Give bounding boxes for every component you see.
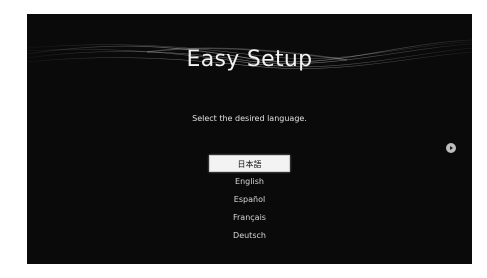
language-option-japanese[interactable]: 日本語 [209, 155, 290, 172]
language-option-english[interactable]: English [209, 173, 290, 190]
language-option-french[interactable]: Français [209, 209, 290, 226]
language-option-spanish[interactable]: Español [209, 191, 290, 208]
language-prompt: Select the desired language. [192, 114, 307, 123]
circle-arrow-right-icon [450, 146, 453, 150]
easy-setup-screen: Easy Setup Select the desired language. … [27, 14, 472, 264]
language-option-german[interactable]: Deutsch [209, 227, 290, 244]
language-list: 日本語 English Español Français Deutsch [209, 155, 290, 245]
page-title: Easy Setup [186, 47, 313, 72]
next-button[interactable] [446, 143, 456, 153]
